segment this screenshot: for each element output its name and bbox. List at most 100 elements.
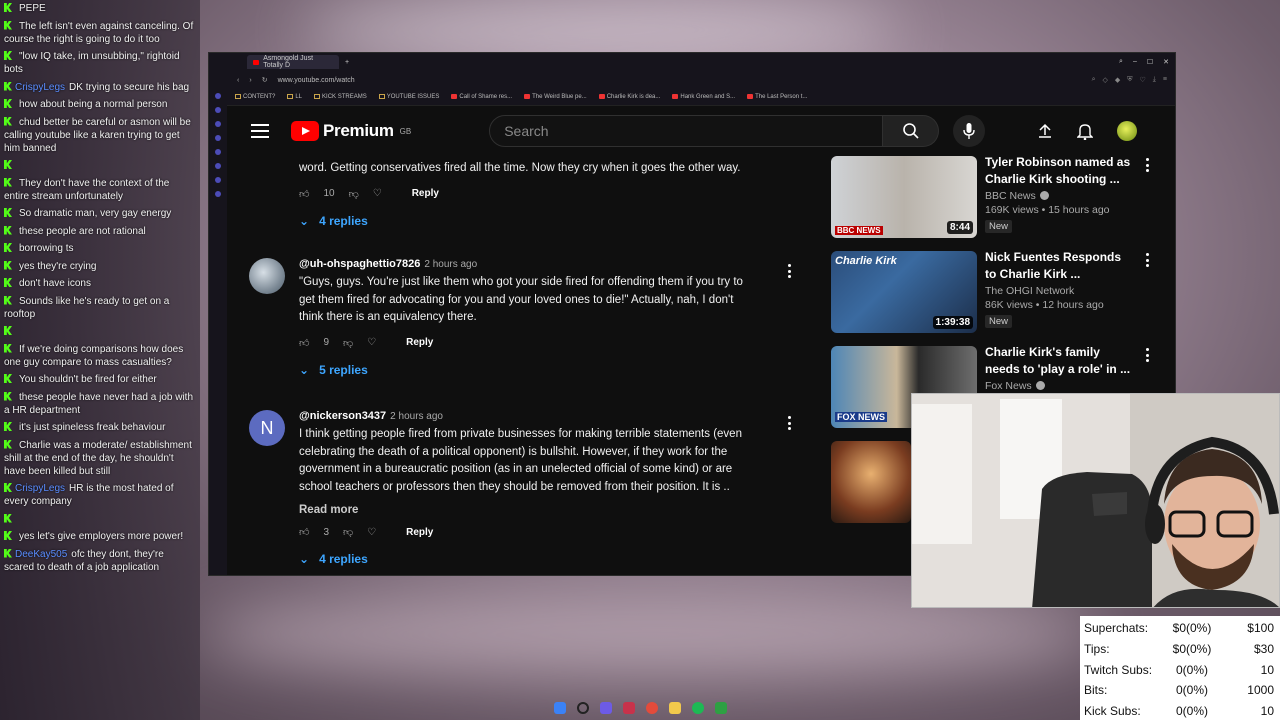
sidebar-icon[interactable] bbox=[215, 121, 221, 127]
commenter-avatar[interactable]: N bbox=[249, 410, 285, 446]
video-menu-icon[interactable] bbox=[1146, 253, 1149, 267]
sidebar-icon[interactable] bbox=[215, 177, 221, 183]
video-thumbnail[interactable] bbox=[831, 441, 911, 523]
view-replies-button[interactable]: ⌄ 5 replies bbox=[299, 363, 779, 377]
channel-name[interactable]: Fox News bbox=[985, 380, 1032, 392]
chat-text: So dramatic man, very gay energy bbox=[19, 208, 172, 219]
start-icon[interactable] bbox=[553, 702, 566, 714]
xbox-icon[interactable] bbox=[714, 702, 727, 714]
heart-icon[interactable]: ♡ bbox=[367, 337, 376, 348]
chat-username[interactable]: DeeKay505 bbox=[15, 549, 67, 560]
bookmark-item[interactable]: The Weird Blue pe... bbox=[524, 94, 587, 100]
close-window-icon[interactable]: ✕ bbox=[1163, 58, 1169, 66]
bookmark-item[interactable]: The Last Person t... bbox=[747, 94, 807, 100]
video-menu-icon[interactable] bbox=[1146, 158, 1149, 172]
goal-progress: 0(0%) bbox=[1175, 683, 1208, 698]
commenter-handle[interactable]: @nickerson3437 bbox=[299, 410, 386, 422]
shield-icon[interactable]: ⛨ bbox=[1127, 76, 1132, 84]
reply-button[interactable]: Reply bbox=[406, 527, 433, 538]
search-input[interactable]: Search bbox=[489, 115, 884, 147]
recommended-video[interactable]: BBC NEWS 8:44 Tyler Robinson named as Ch… bbox=[831, 154, 1161, 249]
bookmark-item[interactable]: CONTENT? bbox=[235, 94, 275, 100]
youtube-premium-logo[interactable]: Premium GB bbox=[291, 121, 411, 141]
comment-line: school teachers or professors then they … bbox=[299, 480, 730, 493]
heart-icon[interactable]: ♡ bbox=[367, 527, 376, 538]
account-avatar[interactable] bbox=[1117, 121, 1137, 141]
youtube-favicon-icon bbox=[747, 94, 754, 99]
search-icon[interactable] bbox=[576, 702, 589, 714]
dislike-icon[interactable]: 👎︎ bbox=[349, 188, 359, 200]
upload-icon[interactable] bbox=[1037, 123, 1053, 139]
extension-icon[interactable]: ◆ bbox=[1115, 76, 1120, 84]
youtube-favicon-icon bbox=[451, 94, 458, 99]
view-replies-button[interactable]: ⌄ 4 replies bbox=[299, 552, 779, 566]
recommended-video[interactable]: Charlie Kirk 1:39:38 Nick Fuentes Respon… bbox=[831, 249, 1161, 344]
sidebar-icon[interactable] bbox=[215, 163, 221, 169]
maximize-icon[interactable]: ☐ bbox=[1147, 58, 1153, 66]
view-replies-button[interactable]: ⌄ 4 replies bbox=[299, 214, 779, 228]
new-tab-icon[interactable]: + bbox=[345, 59, 349, 66]
search-button[interactable] bbox=[883, 115, 940, 147]
bookmark-item[interactable]: YOUTUBE ISSUES bbox=[378, 94, 439, 100]
back-icon[interactable]: ‹ bbox=[237, 77, 239, 84]
browser-tab[interactable]: Asmongold Just Totally D bbox=[247, 55, 339, 69]
video-thumbnail[interactable]: Charlie Kirk 1:39:38 bbox=[831, 251, 977, 333]
bookmark-item[interactable]: Charlie Kirk is dea... bbox=[598, 94, 660, 100]
hamburger-menu-icon[interactable] bbox=[251, 124, 269, 138]
comment-line: get them fired for advocating for you an… bbox=[299, 293, 734, 306]
sidebar-icon[interactable] bbox=[215, 107, 221, 113]
dislike-icon[interactable]: 👎︎ bbox=[343, 526, 353, 538]
video-title[interactable]: Tyler Robinson named as Charlie Kirk sho… bbox=[985, 154, 1135, 188]
comment-menu-icon[interactable] bbox=[788, 416, 791, 430]
spotify-icon[interactable] bbox=[691, 702, 704, 714]
folder-icon[interactable] bbox=[668, 702, 681, 714]
download-icon[interactable]: ⤓ bbox=[1153, 76, 1156, 84]
comment-time[interactable]: 2 hours ago bbox=[424, 259, 477, 270]
sidebar-icon[interactable] bbox=[215, 93, 221, 99]
video-menu-icon[interactable] bbox=[1146, 348, 1149, 362]
heart-icon[interactable]: ♡ bbox=[373, 188, 382, 199]
browser-icon[interactable] bbox=[622, 702, 635, 714]
forward-icon[interactable]: › bbox=[249, 77, 251, 84]
like-icon[interactable]: 👍︎ bbox=[299, 188, 309, 200]
channel-name[interactable]: The OHGI Network bbox=[985, 285, 1135, 297]
sidebar-icon[interactable] bbox=[215, 191, 221, 197]
reply-button[interactable]: Reply bbox=[406, 337, 433, 348]
menu-icon[interactable]: ≡ bbox=[1163, 76, 1167, 84]
like-icon[interactable]: 👍︎ bbox=[299, 337, 309, 349]
comment-time[interactable]: 2 hours ago bbox=[390, 411, 443, 422]
zoom-icon[interactable]: ⌕ bbox=[1092, 76, 1096, 84]
extension-icon[interactable]: ◇ bbox=[1102, 76, 1107, 84]
like-count: 3 bbox=[323, 526, 330, 538]
sidebar-icon[interactable] bbox=[215, 135, 221, 141]
read-more-button[interactable]: Read more bbox=[299, 504, 779, 516]
reload-icon[interactable]: ↻ bbox=[262, 76, 268, 84]
bookmark-item[interactable]: Call of Shame res... bbox=[451, 94, 512, 100]
chat-username[interactable]: CrispyLegs bbox=[15, 82, 65, 93]
chat-message: how about being a normal person bbox=[4, 98, 196, 111]
notifications-bell-icon[interactable] bbox=[1077, 122, 1093, 140]
channel-name[interactable]: BBC News bbox=[985, 190, 1036, 202]
goal-progress: 0(0%) bbox=[1175, 704, 1208, 719]
chrome-icon[interactable] bbox=[645, 702, 658, 714]
video-thumbnail[interactable]: BBC NEWS 8:44 bbox=[831, 156, 977, 238]
chat-username[interactable]: CrispyLegs bbox=[15, 483, 65, 494]
reply-button[interactable]: Reply bbox=[412, 188, 439, 199]
minimize-icon[interactable]: – bbox=[1133, 58, 1137, 66]
discord-icon[interactable] bbox=[599, 702, 612, 714]
commenter-avatar[interactable] bbox=[249, 258, 285, 294]
bookmark-item[interactable]: KICK STREAMS bbox=[314, 94, 367, 100]
voice-search-button[interactable] bbox=[953, 115, 986, 147]
sidebar-icon[interactable] bbox=[215, 149, 221, 155]
bookmark-item[interactable]: Hank Green and S... bbox=[672, 94, 735, 100]
video-title[interactable]: Charlie Kirk's family needs to 'play a r… bbox=[985, 344, 1135, 378]
video-title[interactable]: Nick Fuentes Responds to Charlie Kirk ..… bbox=[985, 249, 1135, 283]
comment-menu-icon[interactable] bbox=[788, 264, 791, 278]
dislike-icon[interactable]: 👎︎ bbox=[343, 337, 353, 349]
like-icon[interactable]: 👍︎ bbox=[299, 526, 309, 538]
commenter-handle[interactable]: @uh-ohspaghettio7826 bbox=[299, 258, 420, 270]
url-field[interactable]: www.youtube.com/watch bbox=[278, 77, 355, 84]
bookmark-item[interactable]: LL bbox=[287, 94, 302, 100]
heart-icon[interactable]: ♡ bbox=[1140, 76, 1146, 84]
search-tabs-icon[interactable]: ⌕ bbox=[1119, 58, 1123, 66]
